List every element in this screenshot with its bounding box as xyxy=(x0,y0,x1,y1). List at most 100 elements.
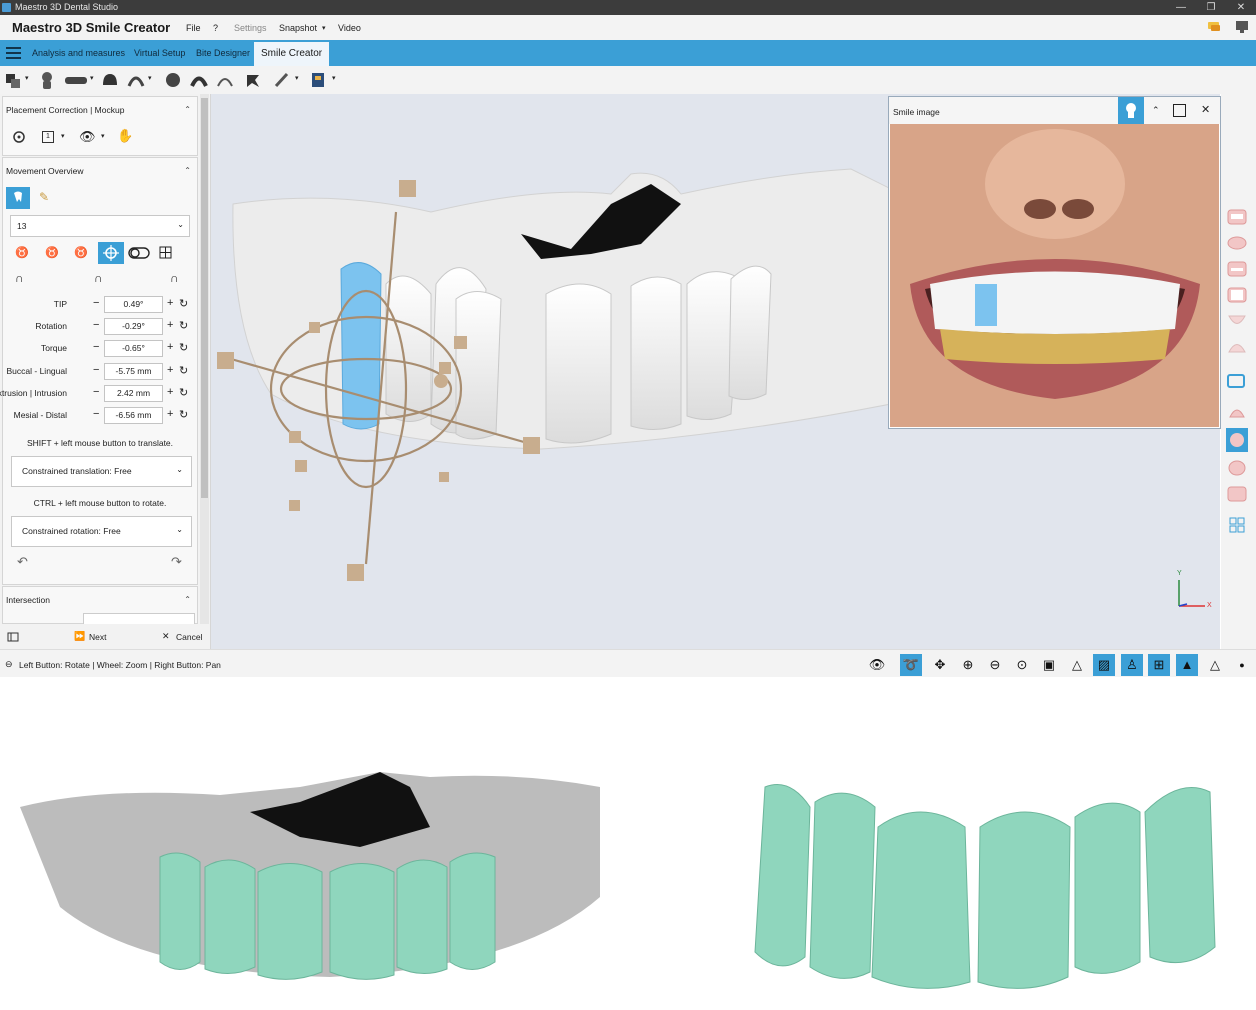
buccal-lingual-decrement[interactable]: − xyxy=(93,364,99,376)
extrusion-intrusion-increment[interactable]: + xyxy=(167,386,173,398)
crosshair-icon[interactable] xyxy=(12,130,26,144)
reset-icon[interactable]: ↻ xyxy=(179,364,188,377)
lower-arch-view-icon[interactable] xyxy=(1226,484,1248,504)
torque-decrement[interactable]: − xyxy=(93,341,99,353)
tab-smile-creator[interactable]: Smile Creator xyxy=(254,42,330,66)
image-icon[interactable]: ▨ xyxy=(1093,654,1115,676)
occlusion-view-icon[interactable] xyxy=(1226,259,1248,279)
rotation-increment[interactable]: + xyxy=(167,319,173,331)
dot-icon[interactable]: ● xyxy=(1231,654,1253,676)
next-icon[interactable]: ⏩ xyxy=(74,631,85,642)
tooth-icon[interactable] xyxy=(101,71,119,89)
tooth-select[interactable]: 13 ⌄ xyxy=(10,215,190,237)
mesial-distal-decrement[interactable]: − xyxy=(93,408,99,420)
restore-button[interactable]: ❐ xyxy=(1196,0,1226,15)
reset-icon[interactable]: ↻ xyxy=(179,319,188,332)
tab-analysis[interactable]: Analysis and measures xyxy=(32,48,125,58)
chevron-down-icon[interactable]: ▾ xyxy=(332,74,336,82)
arch-icon[interactable] xyxy=(127,71,145,89)
mesh-icon[interactable]: △ xyxy=(1066,654,1088,676)
mesial-distal-value[interactable]: -6.56 mm xyxy=(104,407,163,424)
smile-image-window[interactable]: Smile image ⌃ ✕ xyxy=(888,96,1221,429)
selected-view-button[interactable] xyxy=(1226,428,1248,452)
implant-icon[interactable] xyxy=(244,71,262,89)
hamburger-menu-icon[interactable] xyxy=(6,47,21,59)
camera-rotate-icon[interactable] xyxy=(1226,371,1248,391)
reset-icon[interactable]: ↻ xyxy=(179,386,188,399)
pencil-icon[interactable]: ✎ xyxy=(39,190,49,204)
collapse-caret-icon[interactable]: ⌃ xyxy=(184,105,191,114)
cancel-button[interactable]: Cancel xyxy=(176,632,202,642)
torque-increment[interactable]: + xyxy=(167,341,173,353)
chevron-down-icon[interactable]: ▾ xyxy=(295,74,299,82)
next-button[interactable]: Next xyxy=(89,632,106,642)
chevron-down-icon[interactable]: ▾ xyxy=(25,74,29,82)
eye-icon[interactable]: 👁 xyxy=(79,129,96,145)
zoom-out-icon[interactable]: ⊖ xyxy=(984,654,1006,676)
collapse-caret-icon[interactable]: ⌃ xyxy=(1152,105,1160,116)
chevron-down-icon[interactable]: ▾ xyxy=(61,132,65,140)
bite-view-icon[interactable] xyxy=(1226,285,1248,305)
panel-toggle-icon[interactable] xyxy=(7,632,19,642)
tip-decrement[interactable]: − xyxy=(93,297,99,309)
tip-value[interactable]: 0.49° xyxy=(104,296,163,313)
rotation-value[interactable]: -0.29° xyxy=(104,318,163,335)
mesial-distal-increment[interactable]: + xyxy=(167,408,173,420)
reset-icon[interactable]: ↻ xyxy=(179,408,188,421)
head-icon[interactable] xyxy=(38,71,56,89)
teeth-row-icon[interactable] xyxy=(64,71,88,89)
menu-snapshot[interactable]: Snapshot xyxy=(279,23,317,33)
rotation-decrement[interactable]: − xyxy=(93,319,99,331)
reset-icon[interactable]: ↻ xyxy=(179,297,188,310)
menu-settings[interactable]: Settings xyxy=(234,23,267,33)
lasso-icon[interactable]: ➰ xyxy=(900,654,922,676)
front-view-icon[interactable] xyxy=(1226,401,1248,421)
layers-icon[interactable] xyxy=(4,71,22,89)
tooth-view-b-icon[interactable]: ♉ xyxy=(15,246,29,259)
sphere-icon[interactable] xyxy=(164,71,182,89)
collapse-caret-icon[interactable]: ⌃ xyxy=(184,166,191,175)
toggle-icon[interactable] xyxy=(128,246,150,260)
chat-icon[interactable] xyxy=(1207,21,1221,33)
monitor-icon[interactable] xyxy=(1235,20,1249,34)
selected-tooth[interactable] xyxy=(340,262,382,430)
close-icon[interactable]: ✕ xyxy=(1201,103,1210,116)
upper-arch-view-icon[interactable] xyxy=(1226,207,1248,227)
constrained-rotation-dropdown[interactable]: Constrained rotation: Free ⌄ xyxy=(11,516,192,547)
maximize-icon[interactable] xyxy=(1173,104,1186,117)
undo-icon[interactable]: ↶ xyxy=(17,554,28,570)
lower-gum-view-icon[interactable] xyxy=(1226,337,1248,357)
face-mode-button[interactable] xyxy=(1118,97,1144,124)
hand-icon[interactable]: ✋ xyxy=(117,128,133,144)
intersection-input[interactable] xyxy=(83,613,195,624)
globe-grid-icon[interactable]: ⊞ xyxy=(1148,654,1170,676)
collapse-caret-icon[interactable]: ⌃ xyxy=(184,595,191,604)
tab-bite-designer[interactable]: Bite Designer xyxy=(196,48,250,58)
grid-icon[interactable] xyxy=(159,246,172,259)
visibility-icon[interactable]: 👁 xyxy=(866,654,888,676)
layer-number-box[interactable]: 1 xyxy=(42,131,54,143)
extrusion-intrusion-decrement[interactable]: − xyxy=(93,386,99,398)
cancel-icon[interactable]: ✕ xyxy=(162,631,170,642)
menu-help[interactable]: ? xyxy=(213,23,218,33)
person-icon[interactable]: ♙ xyxy=(1121,654,1143,676)
minimize-button[interactable]: — xyxy=(1166,0,1196,15)
redo-icon[interactable]: ↷ xyxy=(171,554,182,570)
constrained-translation-dropdown[interactable]: Constrained translation: Free ⌄ xyxy=(11,456,192,487)
reset-icon[interactable]: ↻ xyxy=(179,341,188,354)
extrusion-intrusion-value[interactable]: 2.42 mm xyxy=(104,385,163,402)
lower-arch-icon[interactable] xyxy=(216,71,234,89)
buccal-lingual-increment[interactable]: + xyxy=(167,364,173,376)
chevron-down-icon[interactable]: ▾ xyxy=(322,24,326,32)
tip-increment[interactable]: + xyxy=(167,297,173,309)
outline-triangle-icon[interactable]: △ xyxy=(1204,654,1226,676)
chevron-down-icon[interactable]: ▾ xyxy=(148,74,152,82)
panel-scrollbar[interactable] xyxy=(200,94,209,624)
tooth-view-o-icon[interactable]: ♉ xyxy=(74,246,88,259)
arch-right-icon[interactable]: ∩ xyxy=(170,271,179,285)
lip-view-icon[interactable] xyxy=(1226,233,1248,253)
upper-arch-icon[interactable] xyxy=(190,71,208,89)
buccal-lingual-value[interactable]: -5.75 mm xyxy=(104,363,163,380)
frame-icon[interactable]: ▣ xyxy=(1038,654,1060,676)
zoom-in-icon[interactable]: ⊕ xyxy=(957,654,979,676)
